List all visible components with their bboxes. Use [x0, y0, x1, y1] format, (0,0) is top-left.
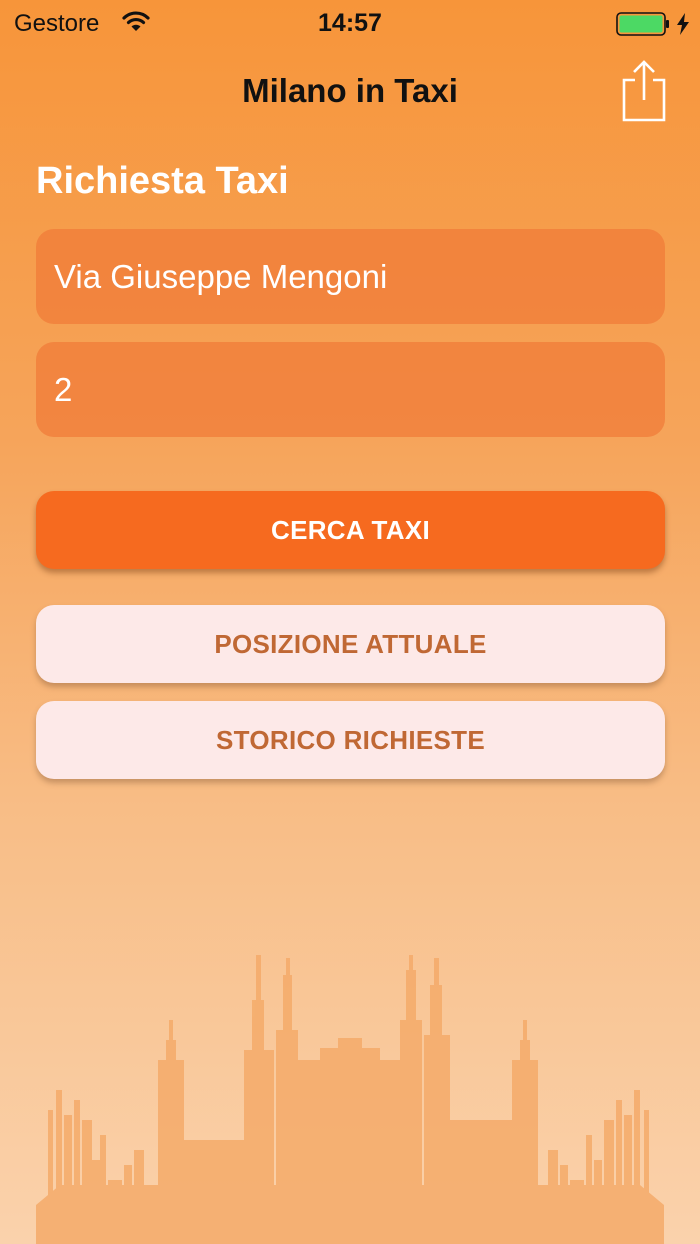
status-time: 14:57 [318, 9, 382, 37]
section-title: Richiesta Taxi [36, 160, 289, 202]
status-bar: Gestore 14:57 [0, 0, 700, 48]
share-icon [618, 60, 670, 128]
battery-icon [616, 12, 670, 41]
nav-title: Milano in Taxi [242, 72, 458, 109]
address-field[interactable]: Via Giuseppe Mengoni [36, 229, 665, 324]
request-history-label: STORICO RICHIESTE [216, 724, 485, 755]
passengers-field[interactable]: 2 [36, 342, 665, 437]
search-taxi-label: CERCA TAXI [271, 514, 430, 545]
search-taxi-button[interactable]: CERCA TAXI [36, 491, 665, 569]
address-value: Via Giuseppe Mengoni [54, 257, 388, 295]
passengers-value: 2 [54, 370, 73, 408]
current-position-label: POSIZIONE ATTUALE [214, 628, 487, 659]
request-history-button[interactable]: STORICO RICHIESTE [36, 701, 665, 779]
app-screen: Gestore 14:57 Milano in Taxi Richiesta T… [0, 0, 700, 1244]
duomo-skyline-illustration [36, 955, 664, 1244]
share-button[interactable] [618, 58, 670, 124]
charging-bolt-icon [676, 13, 690, 40]
current-position-button[interactable]: POSIZIONE ATTUALE [36, 605, 665, 683]
